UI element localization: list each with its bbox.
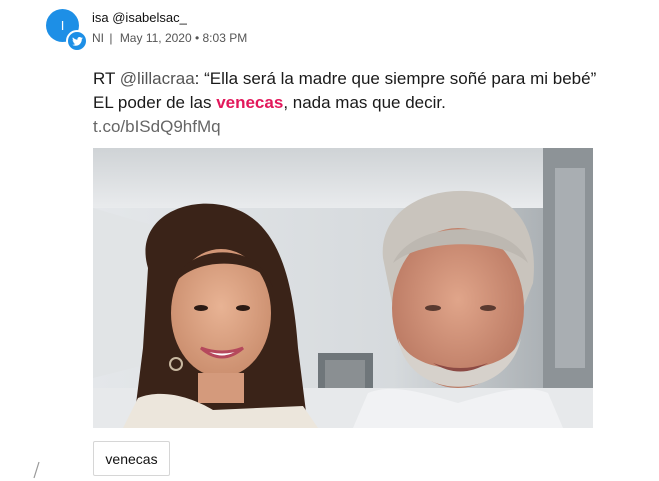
author-name[interactable]: isa @isabelsac_ (92, 10, 187, 25)
retweet-prefix: RT (93, 69, 120, 88)
slash-mark (33, 461, 40, 479)
tweet-text: RT @lillacraa: “Ella será la madre que s… (93, 67, 613, 139)
tag-button[interactable]: venecas (93, 441, 170, 476)
tweet-text-part2: , nada mas que decir. (283, 93, 446, 112)
avatar-letter: I (60, 18, 65, 33)
tweet-media-video[interactable] (93, 148, 593, 428)
mention-link[interactable]: @lillacraa (120, 69, 195, 88)
meta-separator: | (109, 31, 113, 45)
highlight-keyword: venecas (216, 93, 284, 112)
region-label: NI (92, 31, 104, 45)
tweet-card: I isa @isabelsac_ NI | May 11, 2020 • 8:… (0, 0, 659, 481)
video-frame (93, 148, 593, 428)
tweet-meta: NI | May 11, 2020 • 8:03 PM (92, 31, 247, 45)
twitter-bird-icon (66, 30, 88, 52)
tco-link[interactable]: t.co/bISdQ9hfMq (93, 115, 613, 139)
timestamp[interactable]: May 11, 2020 • 8:03 PM (120, 31, 247, 45)
